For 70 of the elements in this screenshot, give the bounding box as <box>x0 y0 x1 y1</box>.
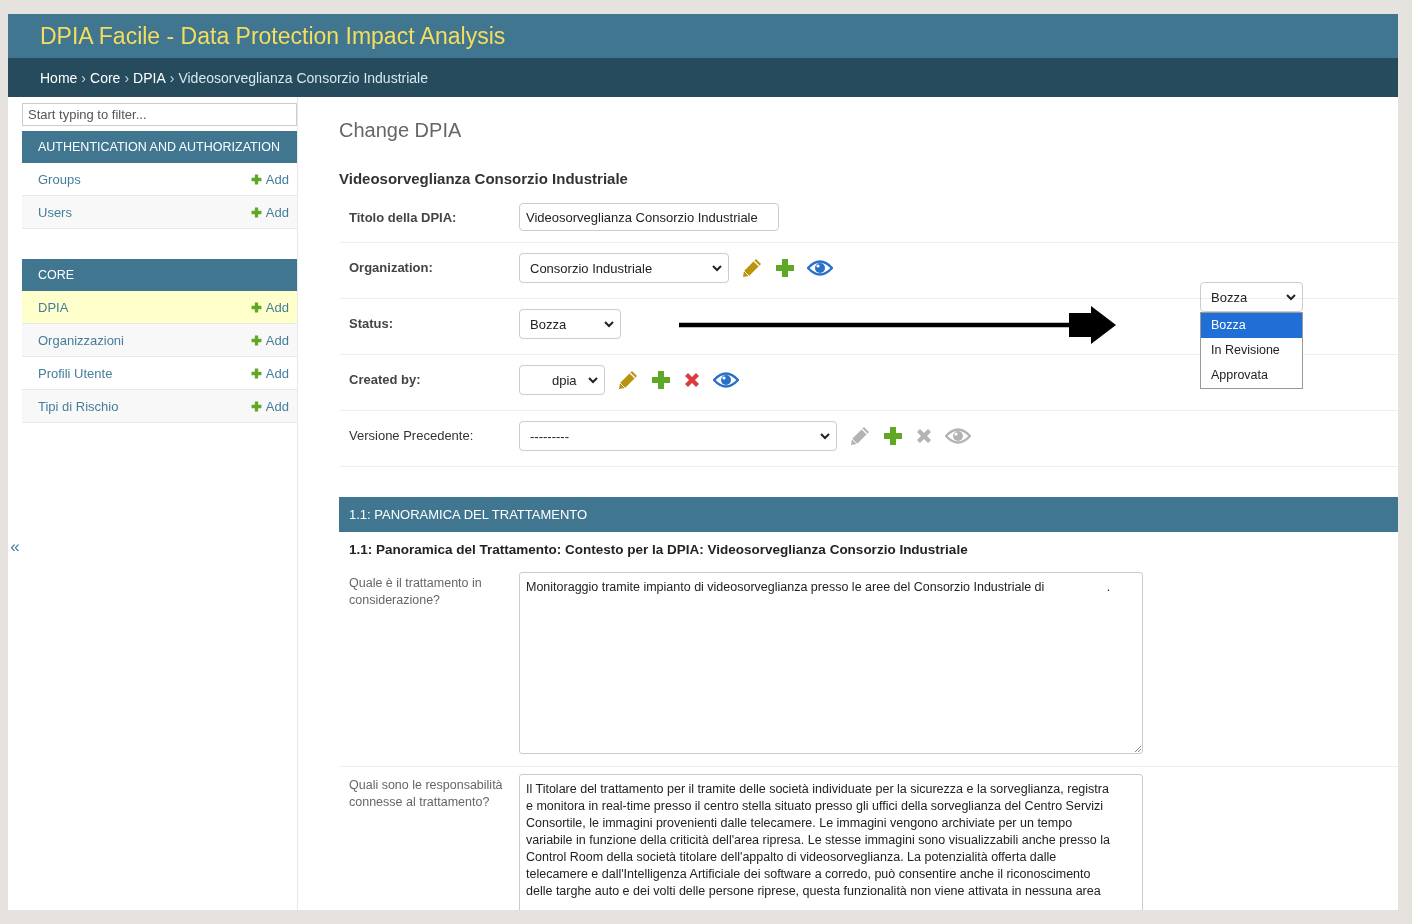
field-label: Versione Precedente: <box>349 427 475 443</box>
breadcrumb-link[interactable]: DPIA <box>133 69 166 86</box>
add-link[interactable]: Add <box>250 398 289 414</box>
sidebar-item[interactable]: Users Add <box>22 196 297 229</box>
chevron-down-icon <box>604 320 614 328</box>
add-link[interactable]: Add <box>250 171 289 187</box>
model-link[interactable]: Groups <box>38 171 81 187</box>
add-link[interactable]: Add <box>250 299 289 315</box>
breadcrumb-separator: › <box>169 69 175 86</box>
plus-icon[interactable] <box>883 426 903 446</box>
sidebar-item[interactable]: Organizzazioni Add <box>22 324 297 357</box>
chevron-down-icon <box>588 376 598 384</box>
plus-icon <box>250 173 262 185</box>
select-field[interactable]: Bozza <box>519 309 621 339</box>
field-label: Quali sono le responsabilità connesse al trattamento? <box>349 777 504 811</box>
field-label: Status: <box>349 315 395 331</box>
section-header: 1.1: PANORAMICA DEL TRATTAMENTO <box>339 497 1398 532</box>
field-label: Titolo della DPIA: <box>349 209 458 225</box>
breadcrumb-separator: › <box>81 69 87 86</box>
breadcrumb-link[interactable]: Home <box>40 69 78 86</box>
model-link[interactable]: Organizzazioni <box>38 332 124 348</box>
model-link[interactable]: DPIA <box>38 299 69 315</box>
field-label: Organization: <box>349 259 434 275</box>
select-field[interactable]: Consorzio Industriale <box>519 253 729 283</box>
add-link[interactable]: Add <box>250 365 289 381</box>
filter-field[interactable]: Start typing to filter... <box>22 103 297 126</box>
module-header[interactable]: AUTHENTICATION AND AUTHORIZATION <box>22 131 297 163</box>
cross-icon[interactable] <box>683 371 701 389</box>
page-title: Change DPIA <box>339 119 463 142</box>
pencil-icon[interactable] <box>741 257 763 279</box>
breadcrumb-link[interactable]: Core <box>90 69 121 86</box>
chevron-down-icon <box>1286 293 1296 301</box>
model-link[interactable]: Profili Utente <box>38 365 113 381</box>
plus-icon <box>250 400 262 412</box>
plus-icon[interactable] <box>775 258 795 278</box>
plus-icon <box>250 367 262 379</box>
model-link[interactable]: Tipi di Rischio <box>38 398 119 414</box>
dropdown-option[interactable]: Approvata <box>1201 363 1302 388</box>
eye-icon[interactable] <box>713 371 739 389</box>
resize-grip-icon[interactable] <box>1134 745 1141 752</box>
sidebar-item[interactable]: DPIA Add <box>22 291 297 324</box>
field-label: Created by: <box>349 371 422 387</box>
dropdown-option[interactable]: In Revisione <box>1201 338 1302 363</box>
module-header[interactable]: CORE <box>22 259 297 291</box>
breadcrumb-current: Videosorveglianza Consorzio Industriale <box>178 69 428 86</box>
plus-icon <box>250 206 262 218</box>
section-description: 1.1: Panoramica del Trattamento: Contesto per la DPIA: Videosorveglianza Consorzio Industriale <box>348 541 969 559</box>
chevron-down-icon <box>712 264 722 272</box>
site-title[interactable]: DPIA Facile - Data Protection Impact Analysis <box>40 22 506 50</box>
plus-icon <box>250 301 262 313</box>
status-select[interactable]: Bozza <box>1200 282 1303 312</box>
add-link[interactable]: Add <box>250 204 289 220</box>
plus-icon <box>250 334 262 346</box>
pencil-icon[interactable] <box>617 369 639 391</box>
field-label: Quale è il trattamento in considerazione? <box>349 575 483 609</box>
sidebar-toggle[interactable]: « <box>8 97 22 910</box>
add-link[interactable]: Add <box>250 332 289 348</box>
dropdown-option[interactable]: Bozza <box>1201 313 1302 338</box>
textarea-field[interactable]: Monitoraggio tramite impianto di videosorveglianza presso le aree del Consorzio Industriale di . <box>519 572 1143 754</box>
text-field[interactable]: Videosorveglianza Consorzio Industriale <box>519 203 779 231</box>
eye-icon[interactable] <box>807 259 833 277</box>
sidebar-item[interactable]: Tipi di Rischio Add <box>22 390 297 423</box>
object-title: Videosorveglianza Consorzio Industriale <box>339 170 629 187</box>
textarea-field[interactable]: Il Titolare del trattamento per il tramite delle società individuate per la sicurezza e la sorveglianza, registra e monitora in real-time presso il centro stella situato presso gli uffici della sorveglianza del Centro Servizi Consortile, le immagini provenienti dalle telecamere. Le immagini vengono archiviate per un tempo variabile in funzione della criticità dell'area ripresa. Le stesse immagini sono visualizzabili anche presso la Control Room della società titolare dell'appalto di videosorveglianza. La potenzialità offerta dalle telecamere e dall'Intelligenza Artificiale dei software a corredo, può consentire anche il riconoscimento delle targhe auto e dei volti delle persone riprese, questa funzionalità non viene attivata in nessuna area <box>519 774 1143 910</box>
chevron-down-icon <box>820 432 830 440</box>
plus-icon[interactable] <box>651 370 671 390</box>
select-field[interactable]: dpia <box>519 365 605 395</box>
breadcrumb-separator: › <box>124 69 130 86</box>
model-link[interactable]: Users <box>38 204 72 220</box>
select-field[interactable]: --------- <box>519 421 837 451</box>
